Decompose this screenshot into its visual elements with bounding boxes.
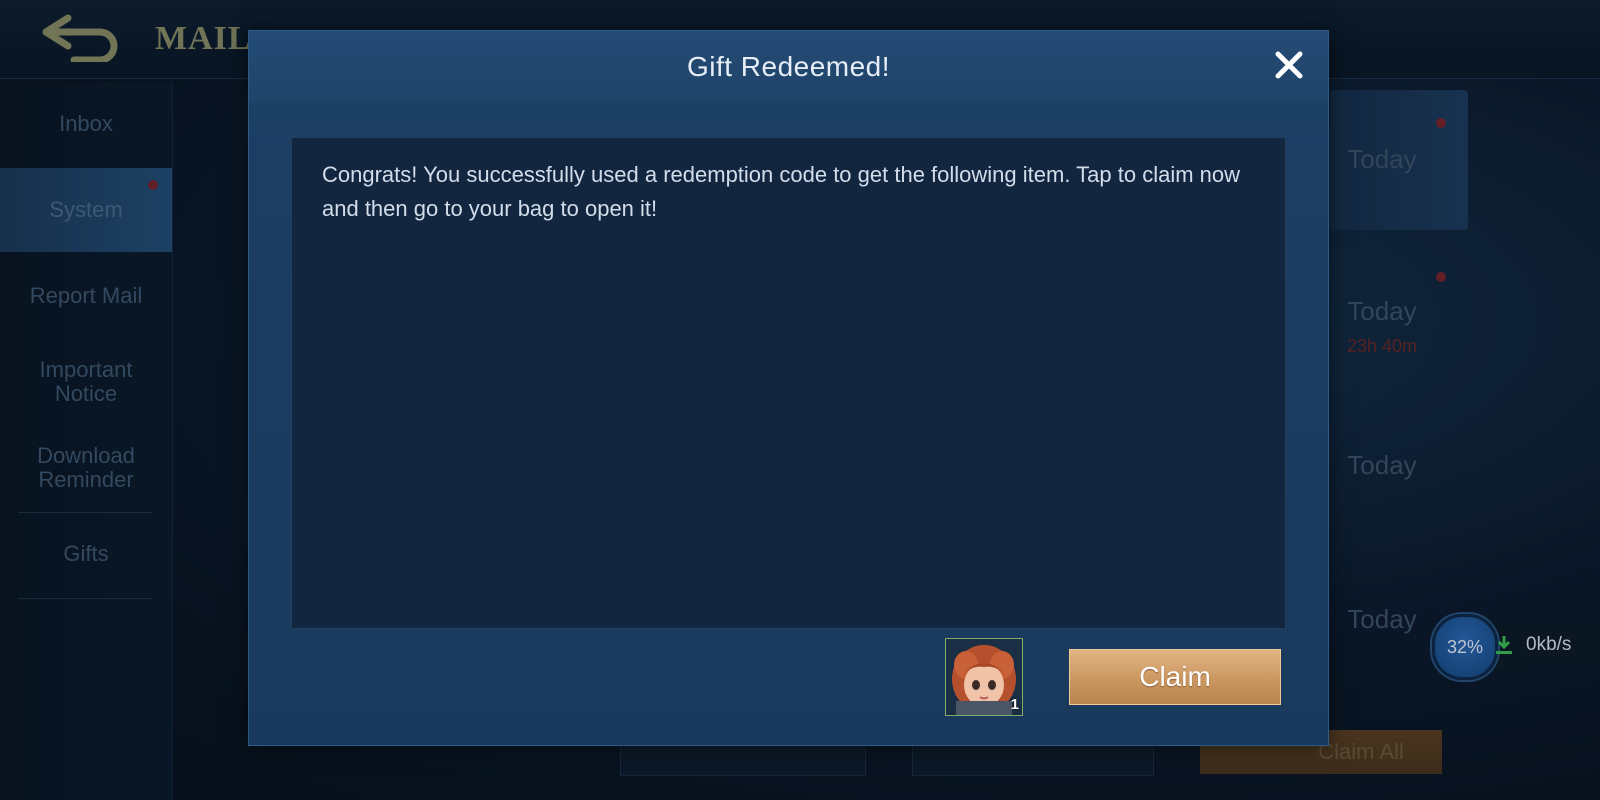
message-box: Congrats! You successfully used a redemp… bbox=[291, 137, 1286, 629]
reward-item[interactable]: 1 bbox=[945, 638, 1023, 716]
close-icon[interactable] bbox=[1269, 45, 1309, 85]
dialog-title: Gift Redeemed! bbox=[686, 51, 891, 82]
item-count: 1 bbox=[1010, 696, 1019, 713]
claim-button-label: Claim bbox=[1139, 661, 1211, 692]
message-text: Congrats! You successfully used a redemp… bbox=[322, 162, 1241, 221]
gift-redeemed-dialog: Gift Redeemed! Congrats! You successfull… bbox=[248, 30, 1329, 746]
claim-button[interactable]: Claim bbox=[1069, 649, 1281, 705]
